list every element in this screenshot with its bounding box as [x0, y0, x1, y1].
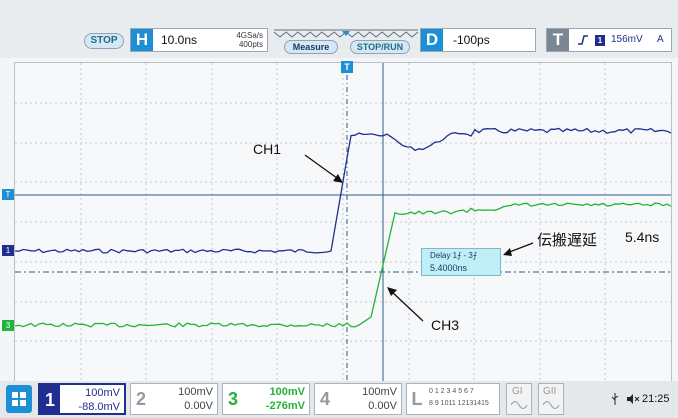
sine-wave-icon: [510, 401, 528, 409]
delay-arrowhead: [503, 248, 512, 256]
channel-2-offset: 0.00V: [184, 400, 213, 412]
channel-4-offset: 0.00V: [368, 400, 397, 412]
horizontal-panel[interactable]: H 10.0ns 4GSa/s 400pts: [130, 28, 268, 52]
channel-1-scale: 100mV: [85, 387, 120, 399]
channel-1-panel[interactable]: 1 100mV -88.0mV: [38, 383, 126, 415]
bottom-channel-bar: 1 100mV -88.0mV 2 100mV 0.00V 3 100mV -2…: [0, 381, 678, 418]
trigger-source-badge: 1: [595, 35, 605, 46]
stop-button[interactable]: STOP: [84, 33, 124, 49]
propagation-delay-value: 5.4ns: [625, 229, 660, 245]
trigger-level-marker[interactable]: T: [2, 189, 14, 200]
waveform-display[interactable]: T T 1 3 CH1 CH3 伝搬遅延 5.4ns Delay 1⨍ - 3⨍…: [2, 61, 672, 382]
memory-bar-icon: [273, 29, 419, 38]
ch1-annotation: CH1: [253, 141, 282, 157]
channel-2-number: 2: [135, 389, 146, 409]
usb-icon: [611, 393, 619, 405]
trigger-position-marker[interactable]: T: [341, 61, 353, 73]
logic-panel[interactable]: L 0 1 2 3 4 5 6 7 8 9 1011 12131415: [406, 383, 500, 415]
grid-menu-icon: [12, 392, 26, 406]
channel-4-number: 4: [319, 389, 330, 409]
trigger-mode: A: [657, 34, 664, 45]
trigger-badge: T: [547, 29, 569, 51]
generator-2-button[interactable]: GII: [538, 383, 564, 415]
generator-2-label: GII: [543, 386, 557, 397]
channel-2-scale: 100mV: [178, 386, 213, 398]
graticule: [15, 63, 671, 381]
logic-row-1: 0 1 2 3 4 5 6 7: [429, 388, 474, 395]
waveform-canvas: [15, 63, 671, 381]
channel-1-number: 1: [40, 385, 60, 415]
ch1-arrow: [304, 154, 342, 182]
generator-1-label: GI: [512, 386, 523, 397]
delay-panel[interactable]: D -100ps: [420, 28, 536, 52]
delay-measurement-title: Delay 1⨍ - 3⨍: [430, 251, 478, 260]
timebase-value: 10.0ns: [161, 33, 198, 47]
ch3-arrow: [390, 290, 424, 322]
menu-button[interactable]: [6, 385, 32, 413]
clock: 21:25: [642, 393, 670, 405]
top-toolbar: STOP H 10.0ns 4GSa/s 400pts Measure STOP…: [0, 0, 678, 58]
channel-4-panel[interactable]: 4 100mV 0.00V: [314, 383, 402, 415]
channel-4-scale: 100mV: [362, 386, 397, 398]
channel-3-offset: -276mV: [265, 400, 305, 412]
delay-arrow: [506, 242, 534, 254]
speaker-muted-icon: [627, 394, 640, 404]
oscilloscope-screen: STOP H 10.0ns 4GSa/s 400pts Measure STOP…: [0, 0, 678, 418]
stop-run-button[interactable]: STOP/RUN: [350, 40, 410, 54]
logic-badge: L: [411, 389, 423, 409]
ch1-ground-marker[interactable]: 1: [2, 245, 14, 256]
channel-1-offset: -88.0mV: [78, 401, 120, 413]
generator-1-button[interactable]: GI: [506, 383, 532, 415]
delay-badge: D: [421, 29, 443, 51]
sample-points: 400pts: [238, 40, 263, 49]
channel-3-scale: 100mV: [269, 386, 305, 398]
rising-edge-icon: [578, 35, 588, 45]
delay-measurement-value: 5.4000ns: [430, 263, 468, 273]
measure-button[interactable]: Measure: [284, 40, 338, 54]
horizontal-badge: H: [131, 29, 153, 51]
channel-2-panel[interactable]: 2 100mV 0.00V: [130, 383, 218, 415]
trigger-panel[interactable]: T 1 156mV A: [546, 28, 672, 52]
sample-rate: 4GSa/s: [236, 31, 263, 40]
ch1-arrowhead: [333, 174, 343, 183]
ch3-ground-marker[interactable]: 3: [2, 320, 14, 331]
logic-row-2: 8 9 1011 12131415: [429, 400, 489, 407]
sine-wave-icon: [542, 401, 560, 409]
propagation-delay-label: 伝搬遅延: [537, 232, 598, 249]
trigger-level: 156mV: [611, 34, 643, 45]
delay-measurement-box[interactable]: Delay 1⨍ - 3⨍ 5.4000ns: [421, 248, 501, 276]
channel-3-panel[interactable]: 3 100mV -276mV: [222, 383, 310, 415]
ch3-annotation: CH3: [431, 317, 460, 333]
channel-3-number: 3: [227, 389, 238, 409]
delay-value: -100ps: [453, 33, 490, 47]
